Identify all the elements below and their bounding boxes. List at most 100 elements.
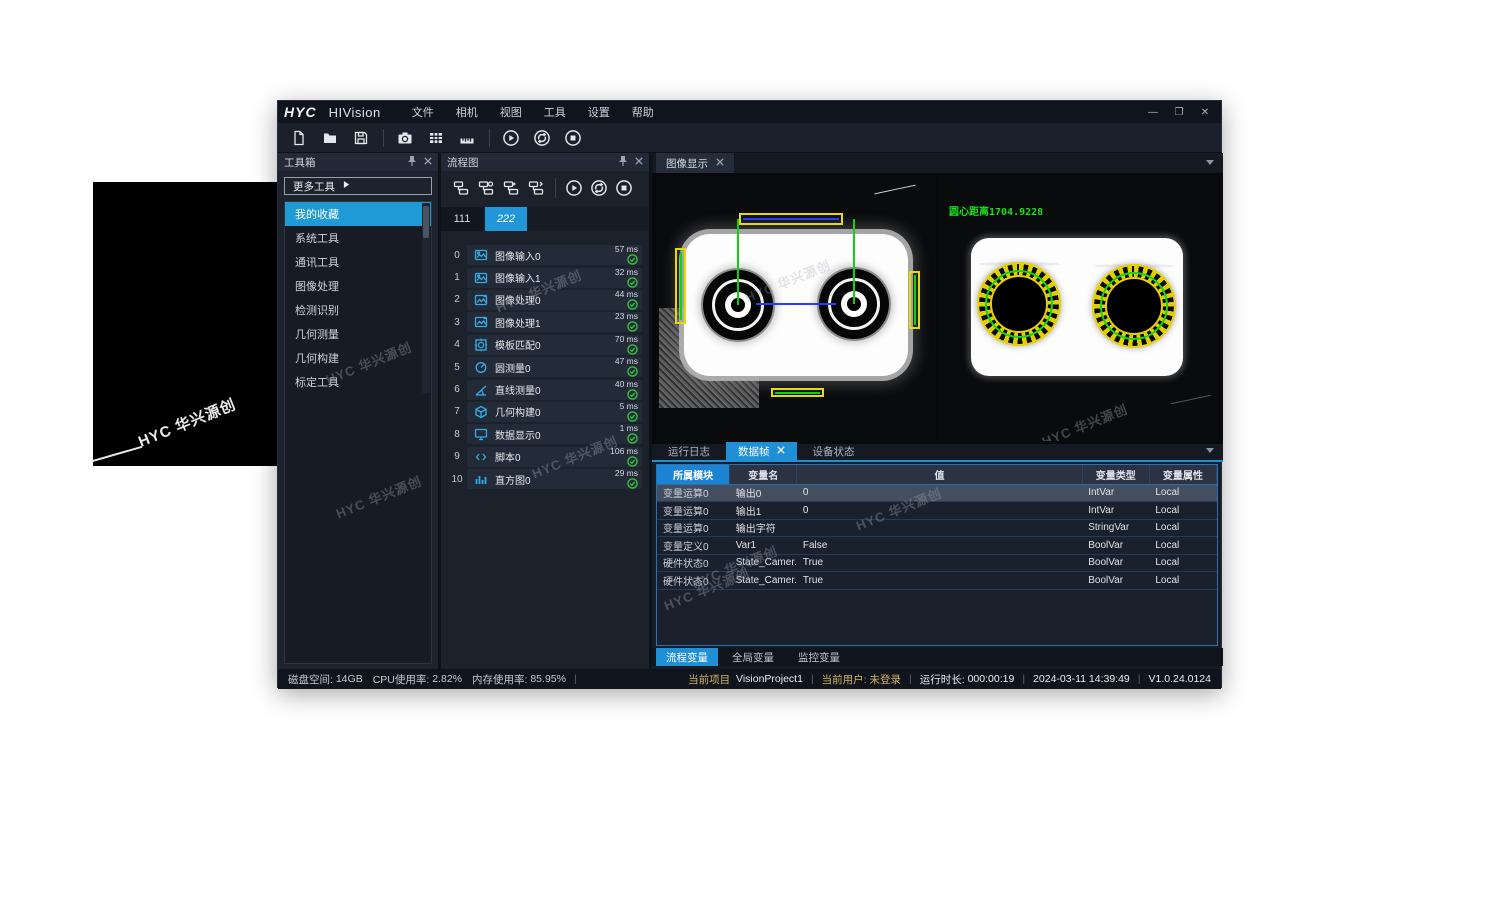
column-header-3[interactable]: 变量类型 xyxy=(1082,465,1149,484)
step-label: 图像输入1 xyxy=(495,270,541,285)
table-row[interactable]: 变量定义0Var1FalseBoolVarLocal xyxy=(657,537,1217,555)
toolbox-item-7[interactable]: 标定工具 xyxy=(285,370,431,394)
toolbox-item-1[interactable]: 系统工具 xyxy=(285,226,431,250)
table-row[interactable]: 硬件状态0State_Camer...TrueBoolVarLocal xyxy=(657,572,1217,590)
table-cell: 变量运算0 xyxy=(657,484,730,502)
pin-icon[interactable] xyxy=(618,156,628,169)
stop-button[interactable] xyxy=(560,127,586,149)
flow-step-图像处理1[interactable]: 图像处理123 ms xyxy=(467,312,642,332)
table-cell: Local xyxy=(1149,484,1216,502)
close-icon[interactable] xyxy=(424,156,432,168)
toolbar-separator xyxy=(383,129,384,147)
flow-save-button[interactable] xyxy=(501,177,521,199)
toolbox-item-5[interactable]: 几何测量 xyxy=(285,322,431,346)
flow-step-数据显示0[interactable]: 数据显示01 ms xyxy=(467,424,642,444)
camera-button[interactable] xyxy=(392,127,418,149)
table-cell: BoolVar xyxy=(1082,572,1149,590)
run-button[interactable] xyxy=(498,127,524,149)
flow-export-button[interactable] xyxy=(526,177,546,199)
close-icon[interactable] xyxy=(777,445,785,457)
toolbox-item-2[interactable]: 通讯工具 xyxy=(285,250,431,274)
column-header-2[interactable]: 值 xyxy=(797,465,1082,484)
step-label: 数据显示0 xyxy=(495,427,541,442)
scrollbar-thumb[interactable] xyxy=(423,206,429,238)
template-match-icon xyxy=(473,337,489,353)
maximize-button[interactable]: ❐ xyxy=(1169,105,1189,119)
chevron-down-icon[interactable] xyxy=(1205,154,1215,172)
measure-line xyxy=(853,219,855,304)
flow-tab-222[interactable]: 222 xyxy=(485,207,527,231)
flow-new-button[interactable] xyxy=(451,177,471,199)
chevron-down-icon[interactable] xyxy=(1205,442,1215,460)
pin-icon[interactable] xyxy=(407,156,417,169)
flow-open-button[interactable] xyxy=(476,177,496,199)
check-icon xyxy=(627,478,638,489)
flow-tab-111[interactable]: 111 xyxy=(441,207,483,231)
toolbox-item-3[interactable]: 图像处理 xyxy=(285,274,431,298)
scope-tab-2[interactable]: 监控变量 xyxy=(788,648,850,666)
scope-tab-0[interactable]: 流程变量 xyxy=(656,648,718,666)
table-cell: 变量运算0 xyxy=(657,502,730,520)
toolbox-item-0[interactable]: 我的收藏 xyxy=(285,202,431,226)
close-button[interactable]: ✕ xyxy=(1195,105,1215,119)
step-status: 40 ms xyxy=(615,380,638,400)
step-label: 直线测量0 xyxy=(495,382,541,397)
stop-button[interactable] xyxy=(614,177,634,199)
column-header-0[interactable]: 所属模块 xyxy=(657,465,730,484)
table-cell: True xyxy=(797,572,1082,590)
menu-bar: 文件相机视图工具设置帮助 xyxy=(403,102,663,122)
save-button[interactable] xyxy=(348,127,374,149)
toolbox-item-4[interactable]: 检测识别 xyxy=(285,298,431,322)
column-header-1[interactable]: 变量名 xyxy=(730,465,797,484)
camera1-viewport[interactable]: HYC 华兴源创 xyxy=(656,175,936,441)
flow-step-row: 3图像处理123 ms xyxy=(441,311,649,333)
arrow-right-icon xyxy=(343,180,350,192)
flow-step-模板匹配0[interactable]: 模板匹配070 ms xyxy=(467,335,642,355)
menu-item-4[interactable]: 设置 xyxy=(579,102,619,122)
flow-step-row: 10直方图029 ms xyxy=(441,468,649,490)
flow-step-直线测量0[interactable]: 直线测量0 40 ms xyxy=(467,380,642,400)
menu-item-0[interactable]: 文件 xyxy=(403,102,443,122)
flow-toolbar xyxy=(441,175,649,201)
open-file-button[interactable] xyxy=(317,127,343,149)
column-header-4[interactable]: 变量属性 xyxy=(1149,465,1216,484)
menu-item-2[interactable]: 视图 xyxy=(491,102,531,122)
flow-step-图像输入0[interactable]: 图像输入057 ms xyxy=(467,245,642,265)
table-row[interactable]: 变量运算0输出10IntVarLocal xyxy=(657,502,1217,520)
check-icon xyxy=(627,366,638,377)
scrollbar[interactable] xyxy=(422,203,430,393)
flow-step-脚本0[interactable]: 脚本0106 ms xyxy=(467,447,642,467)
data-tab-2[interactable]: 设备状态 xyxy=(801,442,867,460)
table-row[interactable]: 变量运算0输出00IntVarLocal xyxy=(657,484,1217,502)
menu-item-5[interactable]: 帮助 xyxy=(623,102,663,122)
minimize-button[interactable]: — xyxy=(1143,105,1163,119)
camera2-viewport[interactable]: 圆心距离1704.9228 HYC 华兴源创 xyxy=(939,175,1219,441)
toolbox-item-6[interactable]: 几何构建 xyxy=(285,346,431,370)
close-icon[interactable] xyxy=(716,157,724,169)
menu-item-3[interactable]: 工具 xyxy=(535,102,575,122)
run-loop-button[interactable] xyxy=(529,127,555,149)
tab-image-display[interactable]: 图像显示 xyxy=(656,153,734,173)
data-tab-1[interactable]: 数据帧 xyxy=(726,442,797,460)
calib-board-button[interactable] xyxy=(423,127,449,149)
run-button[interactable] xyxy=(564,177,584,199)
close-icon[interactable] xyxy=(635,156,643,168)
more-tools-button[interactable]: 更多工具 xyxy=(284,177,432,195)
new-file-button[interactable] xyxy=(286,127,312,149)
data-tab-0[interactable]: 运行日志 xyxy=(656,442,722,460)
user-value: 未登录 xyxy=(870,672,902,687)
flow-step-图像处理0[interactable]: 图像处理044 ms xyxy=(467,290,642,310)
window-controls: — ❐ ✕ xyxy=(1143,105,1215,119)
table-row[interactable]: 硬件状态0State_Camer...TrueBoolVarLocal xyxy=(657,554,1217,572)
table-cell: True xyxy=(797,554,1082,572)
flow-step-几何构建0[interactable]: 几何构建05 ms xyxy=(467,402,642,422)
table-cell: False xyxy=(797,537,1082,555)
scope-tab-1[interactable]: 全局变量 xyxy=(722,648,784,666)
flow-step-图像输入1[interactable]: 图像输入132 ms xyxy=(467,268,642,288)
flow-step-直方图0[interactable]: 直方图029 ms xyxy=(467,469,642,489)
menu-item-1[interactable]: 相机 xyxy=(447,102,487,122)
flow-step-圆测量0[interactable]: 圆测量047 ms xyxy=(467,357,642,377)
table-row[interactable]: 变量运算0输出字符StringVarLocal xyxy=(657,519,1217,537)
run-loop-button[interactable] xyxy=(589,177,609,199)
measure-button[interactable] xyxy=(454,127,480,149)
